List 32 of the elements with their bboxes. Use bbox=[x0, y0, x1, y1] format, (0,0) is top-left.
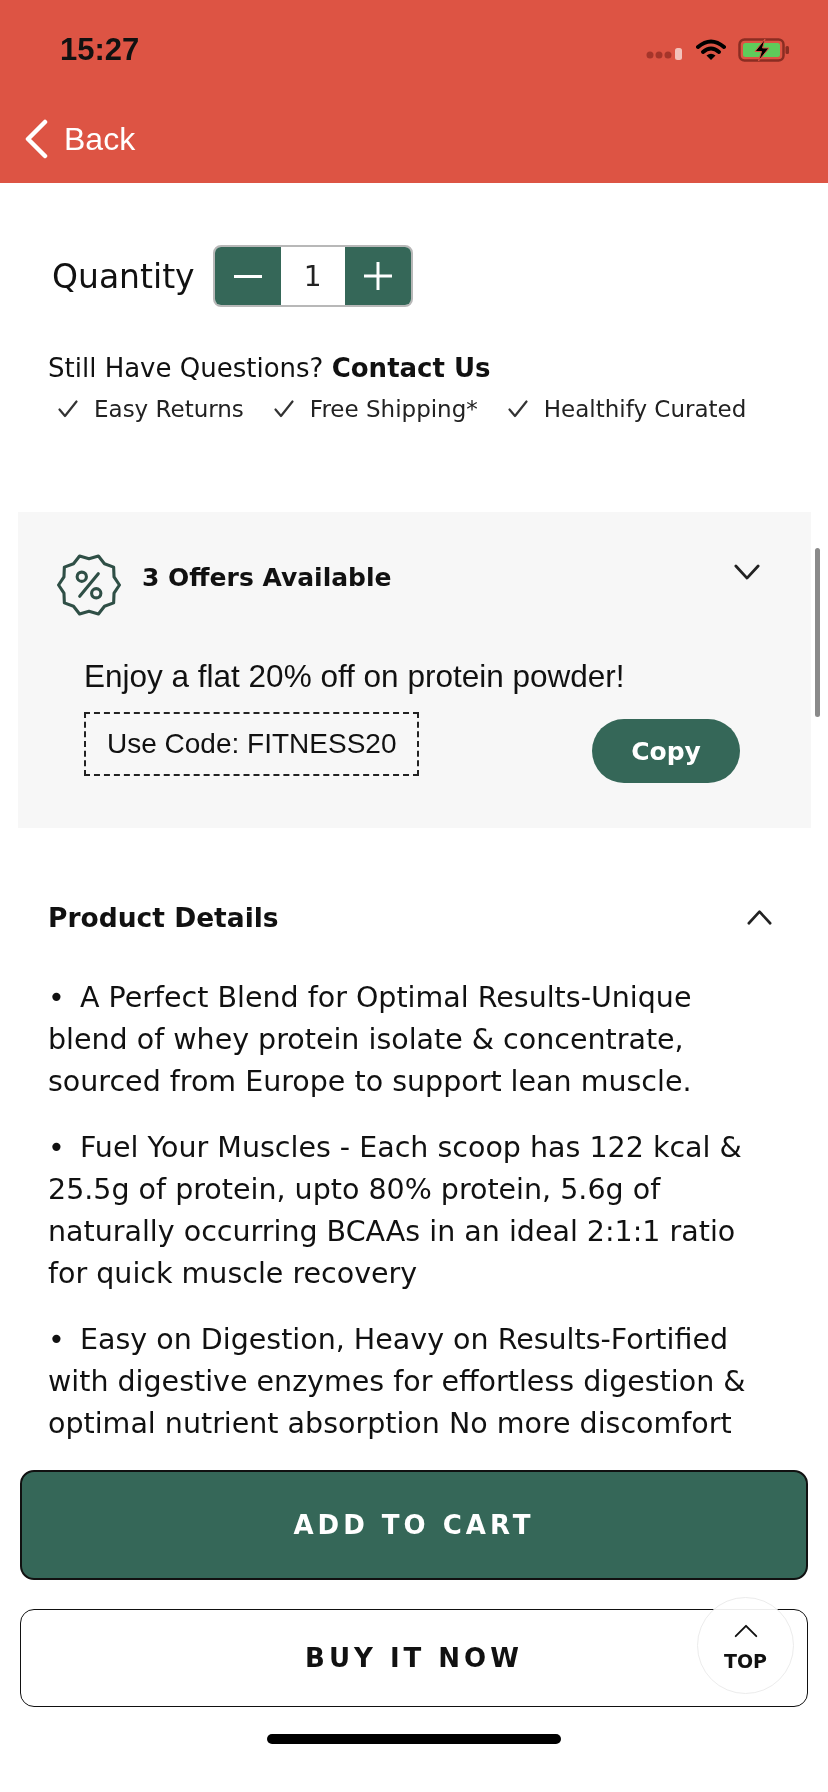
back-chevron-icon bbox=[24, 119, 48, 159]
perk-label: Easy Returns bbox=[94, 396, 244, 422]
offer-description: Enjoy a flat 20% off on protein powder! bbox=[84, 657, 625, 695]
quantity-label: Quantity bbox=[52, 256, 195, 296]
bullet-text: • Easy on Digestion, Heavy on Results-Fortified with digestive enzymes for effortless digestion & optimal nutrient absorption No more discomfort bbox=[48, 1322, 747, 1442]
status-time: 15:27 bbox=[60, 32, 140, 68]
minus-icon bbox=[233, 274, 262, 278]
chevron-down-icon[interactable] bbox=[734, 564, 760, 581]
offers-title: 3 Offers Available bbox=[142, 562, 393, 594]
chevron-up-icon[interactable] bbox=[746, 909, 773, 925]
increase-button[interactable] bbox=[344, 247, 411, 305]
back-button[interactable]: Back bbox=[22, 118, 140, 160]
check-icon bbox=[273, 400, 294, 418]
check-icon bbox=[58, 400, 78, 418]
bullet-text: • Fuel Your Muscles - Each scoop has 122 kcal & 25.5g of protein, upto 80% protein, 5.6g of naturally occurring BCAAs in an ideal 2:1:1 ratio for quick muscle recovery bbox=[48, 1130, 743, 1292]
check-icon bbox=[507, 400, 528, 418]
coupon-code: Use Code: FITNESS20 bbox=[84, 712, 420, 776]
wifi-icon bbox=[696, 39, 726, 61]
plus-icon bbox=[363, 262, 392, 290]
signal-icon bbox=[646, 48, 684, 60]
discount-badge-icon bbox=[57, 553, 121, 617]
decrease-button[interactable] bbox=[214, 247, 281, 305]
battery-icon bbox=[738, 38, 790, 62]
perk-label: Healthify Curated bbox=[543, 396, 747, 422]
bullet-text: • A Perfect Blend for Optimal Results-Unique blend of whey protein isolate & concentrate, sourced from Europe to support lean muscle. bbox=[48, 980, 693, 1100]
perk-label: Free Shipping* bbox=[309, 396, 478, 422]
copy-button[interactable]: Copy bbox=[592, 719, 740, 783]
contact-us-link[interactable]: Contact Us bbox=[331, 353, 491, 383]
section-title: Product Details bbox=[48, 901, 279, 933]
add-to-cart-button[interactable]: ADD TO CART bbox=[20, 1470, 808, 1580]
contact-prompt: Still Have Questions? Contact Us bbox=[48, 352, 491, 385]
chevron-up-icon bbox=[733, 1624, 758, 1638]
